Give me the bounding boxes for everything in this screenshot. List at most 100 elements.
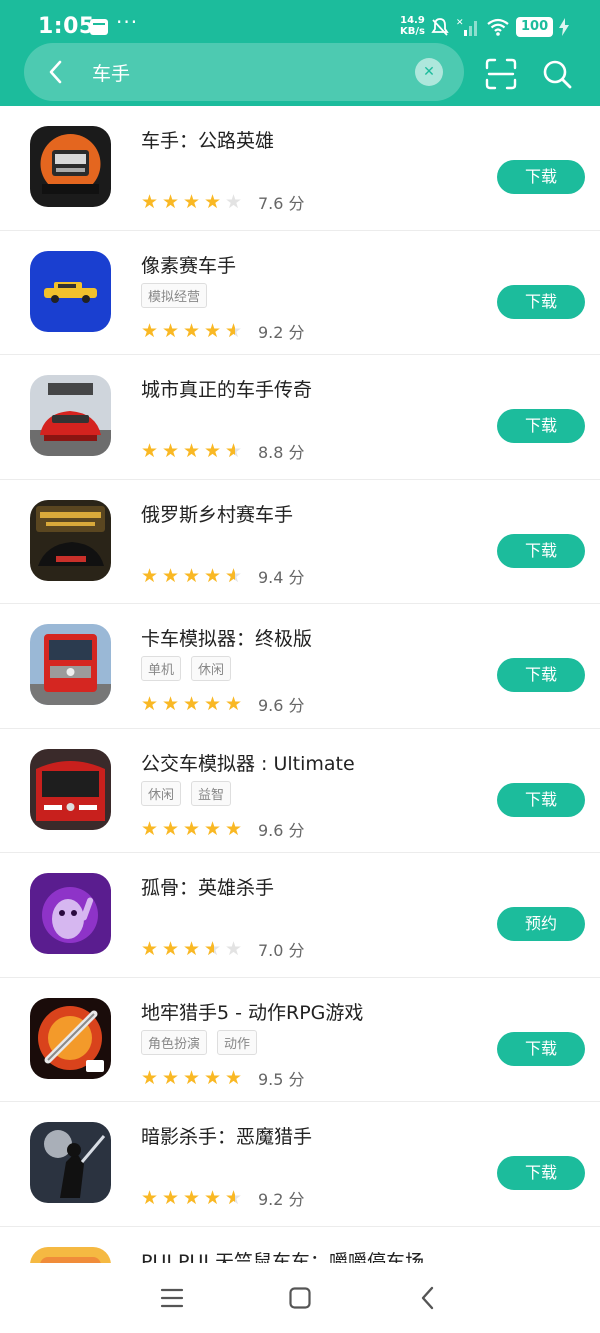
star-icon: ★ <box>225 191 243 213</box>
search-results-list[interactable]: 车手：公路英雄 ★ ★ ★ ★ ★ 7.6 分 下载 像素赛车手 模拟经营 ★ … <box>0 106 600 1263</box>
app-name[interactable]: 像素赛车手 <box>141 251 236 278</box>
search-icon[interactable] <box>540 57 574 91</box>
app-tag[interactable]: 角色扮演 <box>141 1029 208 1055</box>
star-icon: ★ <box>183 319 201 342</box>
star-icon: ★ <box>141 1187 159 1209</box>
app-rating: ★ ★ ★ ★ ★ 9.6 分 <box>141 692 305 716</box>
list-item[interactable]: 车手：公路英雄 ★ ★ ★ ★ ★ 7.6 分 下载 <box>0 106 600 231</box>
rating-stars: ★ ★ ★ ★ ★ <box>141 321 244 341</box>
list-item[interactable]: 暗影杀手：恶魔猎手 ★ ★ ★ ★ ★ 9.2 分 下载 <box>0 1102 600 1227</box>
app-tag[interactable]: 休闲 <box>141 780 182 806</box>
app-icon-russian-racer[interactable] <box>30 499 111 581</box>
list-item[interactable]: 孤骨：英雄杀手 ★ ★ ★ ★ ★ 7.0 分 预约 <box>0 853 600 978</box>
app-rating: ★ ★ ★ ★ ★ 9.5 分 <box>141 1066 305 1090</box>
app-icon-truck-simulator[interactable] <box>30 624 111 705</box>
rating-stars: ★ ★ ★ ★ ★ <box>141 192 244 212</box>
wifi-icon <box>487 18 509 36</box>
app-score: 9.4 分 <box>258 567 305 587</box>
download-button[interactable]: 下载 <box>497 284 585 319</box>
reserve-button[interactable]: 预约 <box>497 907 585 941</box>
app-icon-dungeon-hunter[interactable] <box>30 997 111 1079</box>
star-icon: ★ <box>162 191 180 213</box>
star-half-icon: ★ <box>204 939 223 959</box>
star-icon: ★ <box>204 191 222 213</box>
search-input[interactable] <box>92 58 402 86</box>
rating-stars: ★ ★ ★ ★ ★ <box>141 694 244 714</box>
star-icon: ★ <box>141 319 159 342</box>
download-button[interactable]: 下载 <box>497 409 585 443</box>
nav-back-icon[interactable] <box>408 1283 448 1313</box>
home-icon[interactable] <box>280 1283 320 1313</box>
download-button[interactable]: 下载 <box>497 160 585 194</box>
menu-icon[interactable] <box>152 1283 192 1313</box>
app-icon-city-driver[interactable] <box>30 375 111 456</box>
app-name[interactable]: 暗影杀手：恶魔猎手 <box>141 1122 312 1149</box>
app-rating: ★ ★ ★ ★ ★ 9.6 分 <box>141 817 305 841</box>
list-item[interactable]: 公交车模拟器 : Ultimate 休闲 益智 ★ ★ ★ ★ ★ 9.6 分 … <box>0 729 600 853</box>
top-header: 1:05 ··· 14.9 KB/s ✕ 100 车手 ✕ <box>0 0 600 106</box>
star-icon: ★ <box>141 1066 159 1089</box>
app-name[interactable]: 俄罗斯乡村赛车手 <box>141 500 293 527</box>
star-half-icon: ★ <box>225 566 244 586</box>
app-tag[interactable]: 休闲 <box>191 656 232 681</box>
more-notifications-icon: ··· <box>116 10 139 34</box>
notification-app-icon <box>90 19 108 35</box>
app-name[interactable]: 车手：公路英雄 <box>141 126 274 153</box>
app-score: 9.6 分 <box>258 820 305 840</box>
scan-icon[interactable] <box>484 57 518 91</box>
app-tag[interactable]: 单机 <box>141 656 182 681</box>
app-tag[interactable]: 益智 <box>191 780 232 806</box>
app-tags: 模拟经营 <box>141 282 208 308</box>
download-button[interactable]: 下载 <box>497 1031 585 1066</box>
app-name[interactable]: 城市真正的车手传奇 <box>141 375 312 402</box>
star-icon: ★ <box>141 938 159 960</box>
star-icon: ★ <box>183 1187 201 1209</box>
app-score: 9.2 分 <box>258 322 305 342</box>
star-icon: ★ <box>162 693 180 715</box>
clear-search-icon[interactable]: ✕ <box>415 58 443 86</box>
rating-stars: ★ ★ ★ ★ ★ <box>141 939 244 959</box>
mute-bell-icon <box>431 18 449 36</box>
list-item[interactable]: 卡车模拟器：终极版 单机 休闲 ★ ★ ★ ★ ★ 9.6 分 下载 <box>0 604 600 729</box>
app-name[interactable]: 公交车模拟器 : Ultimate <box>141 749 355 776</box>
app-icon-pixel-racer[interactable] <box>30 250 111 332</box>
app-tag[interactable]: 模拟经营 <box>141 282 208 308</box>
star-icon: ★ <box>162 817 180 840</box>
star-icon: ★ <box>225 693 243 715</box>
app-tag[interactable]: 动作 <box>217 1029 258 1055</box>
star-half-icon: ★ <box>225 321 244 341</box>
app-icon-bus-simulator[interactable] <box>30 748 111 830</box>
list-item[interactable]: 城市真正的车手传奇 ★ ★ ★ ★ ★ 8.8 分 下载 <box>0 355 600 480</box>
download-button[interactable]: 下载 <box>497 658 585 692</box>
svg-text:✕: ✕ <box>456 18 464 28</box>
star-icon: ★ <box>204 319 222 342</box>
star-icon: ★ <box>183 693 201 715</box>
back-icon[interactable] <box>40 56 72 88</box>
app-name[interactable]: 卡车模拟器：终极版 <box>141 624 312 651</box>
battery-level: 100 <box>516 17 554 37</box>
app-icon-pui-pui[interactable] <box>30 1246 111 1263</box>
star-icon: ★ <box>162 564 180 587</box>
star-icon: ★ <box>162 1187 180 1209</box>
star-icon: ★ <box>141 693 159 715</box>
download-button[interactable]: 下载 <box>497 533 585 568</box>
star-icon: ★ <box>204 564 222 587</box>
list-item[interactable]: 地牢猎手5 - 动作RPG游戏 角色扮演 动作 ★ ★ ★ ★ ★ 9.5 分 … <box>0 978 600 1102</box>
app-name[interactable]: 地牢猎手5 - 动作RPG游戏 <box>141 998 363 1025</box>
list-item[interactable]: 像素赛车手 模拟经营 ★ ★ ★ ★ ★ 9.2 分 下载 <box>0 231 600 355</box>
download-button[interactable]: 下载 <box>497 1156 585 1190</box>
star-icon: ★ <box>204 817 222 840</box>
list-item[interactable]: 俄罗斯乡村赛车手 ★ ★ ★ ★ ★ 9.4 分 下载 <box>0 480 600 604</box>
app-icon-highway-hero[interactable] <box>30 126 111 207</box>
list-item[interactable]: PUI PUI 天竺鼠车车：嚼嚼停车场 <box>0 1227 600 1264</box>
star-icon: ★ <box>204 440 222 462</box>
star-icon: ★ <box>225 1066 243 1089</box>
app-name[interactable]: PUI PUI 天竺鼠车车：嚼嚼停车场 <box>141 1247 424 1264</box>
star-icon: ★ <box>162 938 180 960</box>
download-button[interactable]: 下载 <box>497 782 585 817</box>
charging-icon <box>559 18 570 36</box>
app-name[interactable]: 孤骨：英雄杀手 <box>141 873 274 900</box>
app-icon-lone-bone[interactable] <box>30 873 111 954</box>
app-icon-shadow-slayer[interactable] <box>30 1122 111 1203</box>
app-score: 9.5 分 <box>258 1069 305 1089</box>
